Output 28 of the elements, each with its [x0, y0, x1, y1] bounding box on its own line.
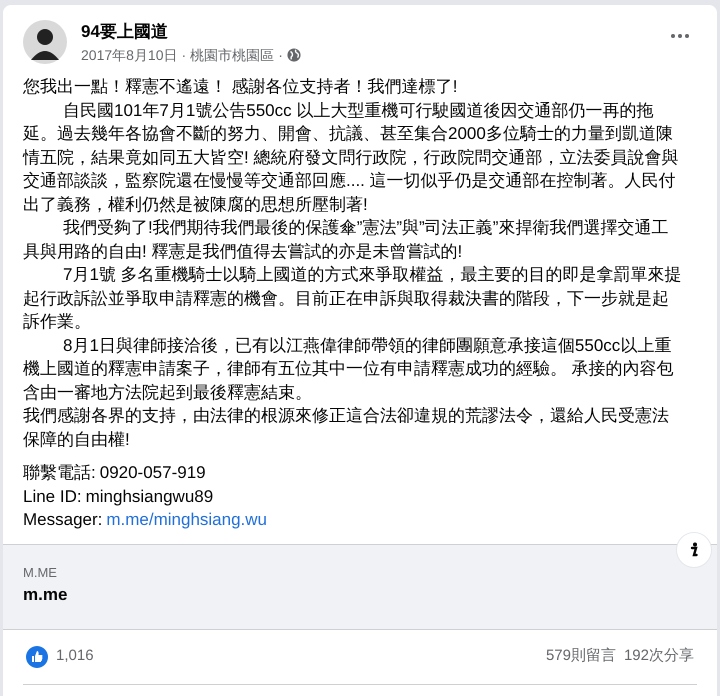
post-date[interactable]: 2017年8月10日 — [81, 45, 178, 65]
comment-count[interactable]: 579則留言 — [546, 645, 616, 668]
link-title: m.me — [23, 584, 68, 606]
author-name[interactable]: 94要上國道 — [81, 21, 301, 43]
link-domain: M.ME — [23, 564, 58, 580]
post-paragraph: 7月1號 多名重機騎士以騎上國道的方式來爭取權益，最主要的目的即是拿罰單來提起行政訴訟並爭取申請釋憲的機會。目前正在申訴與取得裁決書的階段，下一步就是起訴作業。 — [23, 264, 683, 333]
info-button[interactable] — [676, 532, 712, 568]
contact-label: Messager: — [23, 509, 102, 531]
like-icon[interactable] — [26, 646, 48, 668]
post-paragraph: 您我出一點！釋憲不遙遠！ 感謝各位支持者！我們達標了! — [23, 76, 458, 98]
post-paragraph: 8月1日與律師接洽後，已有以江燕偉律師帶領的律師團願意承接這個550cc以上重機上國道的釋憲申請案子，律師有五位其中一位有申請釋憲成功的經驗。 承接的內容包含由一審地方法院起到最後釋憲結束。 — [23, 334, 675, 404]
separator-dot: · — [278, 46, 283, 65]
share-count[interactable]: 192次分享 — [624, 645, 694, 668]
contact-value: 0920-057-919 — [100, 462, 206, 484]
post-paragraph: 我們感謝各界的支持，由法律的根源來修正這合法卻違規的荒謬法令，還給人民受憲法保障的自由權! — [23, 405, 670, 450]
contact-value: minghsiangwu89 — [86, 486, 214, 508]
post-paragraph: 我們受夠了!我們期待我們最後的保護傘”憲法”與”司法正義”來捍衛我們選擇交通工具與用路的自由! 釋憲是我們值得去嘗試的亦是未曾嘗試的! — [23, 217, 670, 262]
avatar[interactable] — [23, 20, 67, 64]
post-paragraph: 自民國101年7月1號公告550cc 以上大型重機可行駛國道後因交通部仍一再的拖延。過去幾年各協會不斷的努力、開會、抗議、甚至集合2000多位騎士的力量到凱道陳情五院，結果竟如同五大皆空! 總統府發文問行政院，行政院問交通部，立法委員說會與交通部談談，監察院還在慢慢等交通部回應.... 這一切似乎仍是交通部在控制著。人民付出了義務，權利仍然是被陳腐的思想所壓制著! — [23, 100, 680, 216]
globe-icon — [286, 48, 301, 62]
separator-dot: · — [182, 46, 186, 65]
link-preview[interactable]: M.ME m.me — [3, 544, 717, 630]
contact-label: 聯繫電話: — [23, 462, 96, 484]
reaction-count[interactable]: 1,016 — [56, 645, 94, 668]
post-location[interactable]: 桃園市桃園區 — [190, 45, 274, 65]
contact-label: Line ID: — [23, 486, 82, 508]
messenger-link[interactable]: m.me/minghsiang.wu — [106, 508, 267, 532]
info-icon — [689, 542, 699, 558]
